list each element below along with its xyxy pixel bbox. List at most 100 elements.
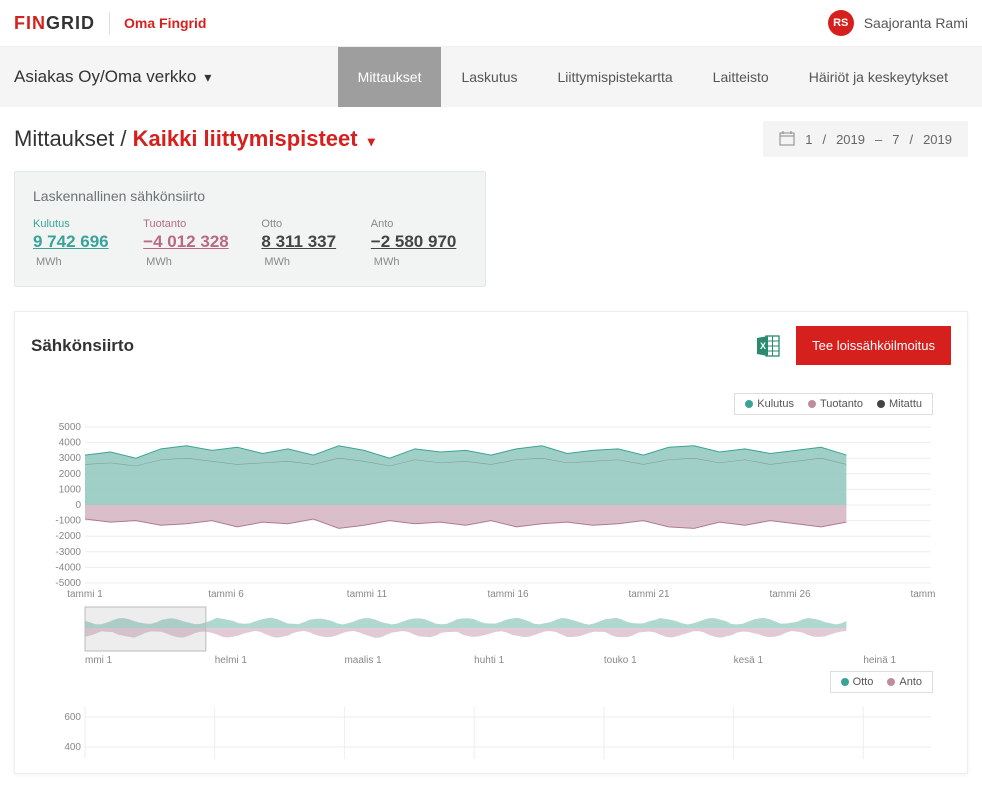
svg-text:600: 600 [64,712,81,723]
breadcrumb: Mittaukset / Kaikki liittymispisteet ▾ [14,126,375,152]
daterange-picker[interactable]: 1 / 2019 – 7 / 2019 [763,121,968,157]
breadcrumb-page: Oma verkko [105,67,197,87]
svg-text:tammi 16: tammi 16 [487,589,529,600]
svg-text:maalis 1: maalis 1 [344,655,382,665]
tab-liittymispistekartta[interactable]: Liittymispistekartta [538,47,693,107]
date-from-year: 2019 [836,132,865,147]
breadcrumb-sep2: / [120,126,132,151]
breadcrumb-org: Asiakas Oy [14,67,100,87]
logo-text-right: GRID [46,13,95,33]
svg-text:tammi 11: tammi 11 [347,589,388,600]
username[interactable]: Saajoranta Rami [864,15,968,31]
legend-kulutus[interactable]: Kulutus [745,398,794,410]
chart-legend-secondary: Otto Anto [830,671,933,693]
svg-text:-3000: -3000 [55,547,81,558]
header-left: FINGRID Oma Fingrid [14,12,206,34]
summary-card: Laskennallinen sähkönsiirto Kulutus 9 74… [14,171,486,287]
svg-text:tammi 6: tammi 6 [208,589,244,600]
date-from-month: 1 [805,132,812,147]
chart-actions: X Tee loissähköilmoitus [756,326,951,365]
metric-anto-unit: MWh [374,256,400,268]
logo-divider [109,12,110,34]
avatar[interactable]: RS [828,10,854,36]
svg-text:2000: 2000 [59,469,82,480]
svg-text:3000: 3000 [59,453,82,464]
content: Mittaukset / Kaikki liittymispisteet ▾ 1… [0,107,982,788]
svg-text:1000: 1000 [59,484,82,495]
metric-anto-value[interactable]: −2 580 970 [371,232,457,251]
metric-kulutus-label: Kulutus [33,218,121,230]
excel-export-icon[interactable]: X [756,335,780,357]
metric-otto-label: Otto [261,218,348,230]
date-dash: – [875,132,882,147]
tab-laitteisto[interactable]: Laitteisto [693,47,789,107]
metric-tuotanto: Tuotanto −4 012 328 MWh [143,218,239,270]
svg-text:-4000: -4000 [55,562,81,573]
second-chart[interactable]: 600 400 [49,699,935,759]
tab-laskutus[interactable]: Laskutus [441,47,537,107]
legend-tuotanto[interactable]: Tuotanto [808,398,863,410]
svg-text:tammi 26: tammi 26 [769,589,811,600]
svg-text:5000: 5000 [59,422,82,433]
svg-text:-1000: -1000 [55,516,81,527]
svg-text:0: 0 [75,500,81,511]
nav-tabs: Mittaukset Laskutus Liittymispistekartta… [338,47,968,107]
date-to-year: 2019 [923,132,952,147]
dot-icon [808,400,816,408]
svg-text:X: X [760,341,766,351]
chart-body: Kulutus Tuotanto Mitattu 500040003000200… [15,379,967,773]
chevron-down-icon: ▾ [368,133,375,149]
metric-tuotanto-value[interactable]: −4 012 328 [143,232,229,251]
date-to-month: 7 [892,132,899,147]
metric-tuotanto-unit: MWh [146,256,172,268]
metric-kulutus: Kulutus 9 742 696 MWh [33,218,121,270]
main-chart[interactable]: 5000 4000 3000 2000 1000 0 -1000 -2000 -3000 -400… [49,421,935,601]
chart-card: Sähkönsiirto X Tee loissähköilmoitus Kul… [14,311,968,774]
metric-anto: Anto −2 580 970 MWh [371,218,467,270]
svg-text:helmi 1: helmi 1 [215,655,248,665]
dot-icon [841,678,849,686]
metric-kulutus-unit: MWh [36,256,62,268]
breadcrumb-network[interactable]: Asiakas Oy / Oma verkko ▾ [14,47,211,107]
report-button[interactable]: Tee loissähköilmoitus [796,326,951,365]
summary-title: Laskennallinen sähkönsiirto [33,188,467,204]
date-slash2: / [909,132,913,147]
metric-otto-value[interactable]: 8 311 337 [261,232,336,251]
breadcrumb-current[interactable]: Kaikki liittymispisteet ▾ [133,126,375,151]
calendar-icon [779,131,795,147]
tab-mittaukset[interactable]: Mittaukset [338,47,442,107]
chevron-down-icon: ▾ [204,69,211,86]
navbar: Asiakas Oy / Oma verkko ▾ Mittaukset Las… [0,47,982,107]
metric-anto-label: Anto [371,218,467,230]
date-slash1: / [822,132,826,147]
svg-text:kesä 1: kesä 1 [734,655,764,665]
subbrand[interactable]: Oma Fingrid [124,15,206,31]
svg-text:400: 400 [64,742,81,753]
chart-legend-main: Kulutus Tuotanto Mitattu [734,393,933,415]
svg-text:heinä 1: heinä 1 [863,655,896,665]
svg-text:mmi 1: mmi 1 [85,655,113,665]
legend-anto[interactable]: Anto [887,676,922,688]
header-right: RS Saajoranta Rami [828,10,968,36]
overview-chart[interactable]: mmi 1helmi 1maalis 1huhti 1touko 1kesä 1… [49,605,935,665]
dot-icon [745,400,753,408]
chart-title: Sähkönsiirto [31,336,134,356]
breadcrumb-root: Mittaukset [14,126,114,151]
metric-tuotanto-label: Tuotanto [143,218,239,230]
svg-text:-5000: -5000 [55,578,81,589]
breadcrumb-row: Mittaukset / Kaikki liittymispisteet ▾ 1… [14,121,968,157]
svg-text:tammi 21: tammi 21 [628,589,670,600]
tab-hairiot[interactable]: Häiriöt ja keskeytykset [789,47,968,107]
svg-text:4000: 4000 [59,438,82,449]
summary-metrics: Kulutus 9 742 696 MWh Tuotanto −4 012 32… [33,218,467,270]
svg-text:-2000: -2000 [55,531,81,542]
logo[interactable]: FINGRID [14,13,95,34]
app-header: FINGRID Oma Fingrid RS Saajoranta Rami [0,0,982,47]
legend-otto[interactable]: Otto [841,676,874,688]
dot-icon [887,678,895,686]
legend-mitattu[interactable]: Mitattu [877,398,922,410]
svg-text:tammi 31: tammi 31 [910,589,935,600]
metric-kulutus-value[interactable]: 9 742 696 [33,232,109,251]
svg-text:huhti 1: huhti 1 [474,655,504,665]
logo-text-left: FIN [14,13,46,33]
